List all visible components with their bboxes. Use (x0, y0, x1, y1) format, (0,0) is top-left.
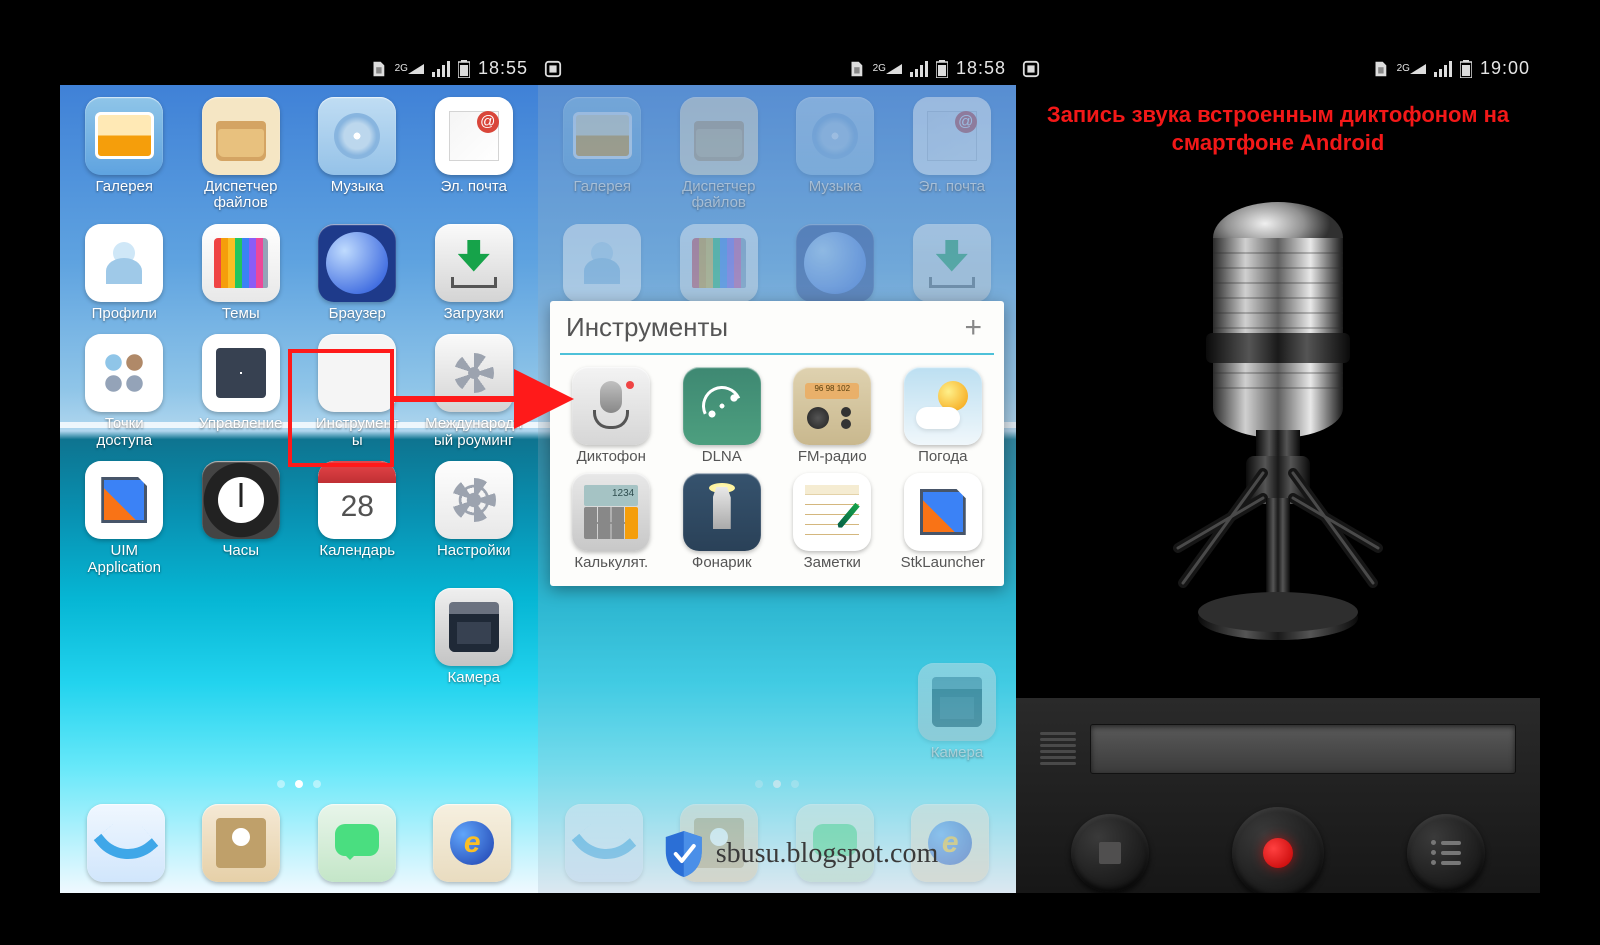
battery-icon (1460, 60, 1472, 78)
phone-screen-3: 2G 19:00 Запись звука встроенным диктофо… (1016, 53, 1540, 893)
roaming-icon (435, 334, 513, 412)
network-icon: 2G (1397, 64, 1426, 74)
phone-screen-1: 2G 18:55 Галерея Диспетчер файлов Музыка… (60, 53, 538, 893)
app-fm-radio[interactable]: 96 98 102FM-радио (781, 367, 884, 466)
notes-icon (793, 473, 871, 551)
folder-title-input[interactable]: Инструменты (566, 312, 958, 343)
app-browser[interactable]: Браузер (303, 224, 412, 323)
radio-icon: 96 98 102 (793, 367, 871, 445)
status-bar: 2G 18:58 (538, 53, 1016, 85)
gallery-icon (85, 97, 163, 175)
sim-icon (847, 60, 865, 78)
battery-icon (936, 60, 948, 78)
microphone-icon (572, 367, 650, 445)
files-icon (202, 97, 280, 175)
themes-icon (202, 224, 280, 302)
highlight-tools-folder (288, 349, 394, 467)
dock-phone[interactable] (87, 804, 165, 882)
sim-icon (369, 60, 387, 78)
flashlight-icon (683, 473, 761, 551)
access-points-icon (85, 334, 163, 412)
status-time: 18:55 (478, 58, 528, 79)
app-notes[interactable]: Заметки (781, 473, 884, 572)
app-stk-launcher[interactable]: StkLauncher (892, 473, 995, 572)
app-profiles[interactable]: Профили (70, 224, 179, 323)
microphone-illustration (1016, 158, 1540, 698)
app-music[interactable]: Музыка (303, 97, 412, 212)
app-gallery[interactable]: Галерея (70, 97, 179, 212)
status-time: 19:00 (1480, 58, 1530, 79)
battery-icon (458, 60, 470, 78)
profiles-icon (85, 224, 163, 302)
dock-messages[interactable] (318, 804, 396, 882)
app-email[interactable]: Эл. почта (420, 97, 529, 212)
speaker-grill-icon (1040, 732, 1076, 765)
music-icon (318, 97, 396, 175)
signal-icon (432, 61, 450, 77)
recordings-list-button[interactable] (1407, 814, 1485, 892)
globe-icon (318, 224, 396, 302)
app-roaming[interactable]: Международн ый роуминг (420, 334, 529, 449)
recorder-lcd-display (1090, 724, 1516, 774)
network-icon: 2G (395, 64, 424, 74)
sim-app-icon (85, 461, 163, 539)
app-themes[interactable]: Темы (187, 224, 296, 323)
watermark-text: sbusu.blogspot.com (716, 838, 938, 870)
status-bar: 2G 18:55 (60, 53, 538, 85)
sim-app-icon (904, 473, 982, 551)
phone-screen-2: 2G 18:58 Галерея Диспетчер файлов Музыка… (538, 53, 1016, 893)
app-calculator[interactable]: Калькулят. (560, 473, 663, 572)
app-camera[interactable]: Камера (420, 588, 529, 687)
weather-icon (904, 367, 982, 445)
dock-contacts[interactable] (202, 804, 280, 882)
app-access-points[interactable]: Точки доступа (70, 334, 179, 449)
record-icon (1263, 838, 1293, 868)
app-management[interactable]: Управление (187, 334, 296, 449)
page-indicator (60, 780, 538, 788)
sim-icon (1371, 60, 1389, 78)
watermark: sbusu.blogspot.com (662, 829, 938, 879)
folder-status-icon (1022, 60, 1040, 78)
recorder-control-panel (1016, 698, 1540, 893)
app-recorder[interactable]: Диктофон (560, 367, 663, 466)
download-icon (435, 224, 513, 302)
signal-icon (910, 61, 928, 77)
app-flashlight[interactable]: Фонарик (671, 473, 774, 572)
folder-popup: Инструменты + Диктофон DLNA 96 98 102FM-… (550, 301, 1004, 586)
list-icon (1431, 840, 1461, 865)
annotation-title: Запись звука встроенным диктофоном на см… (1016, 85, 1540, 158)
app-calendar[interactable]: 28Календарь (303, 461, 412, 576)
mail-icon (435, 97, 513, 175)
app-clock[interactable]: Часы (187, 461, 296, 576)
dock (60, 793, 538, 893)
shield-icon (662, 829, 706, 879)
app-uim[interactable]: UIM Application (70, 461, 179, 576)
network-icon: 2G (873, 64, 902, 74)
stop-icon (1099, 842, 1121, 864)
gear-icon (435, 461, 513, 539)
dock-browser[interactable] (433, 804, 511, 882)
clock-icon (202, 461, 280, 539)
folder-add-button[interactable]: + (958, 311, 988, 345)
camera-icon (435, 588, 513, 666)
calendar-icon: 28 (318, 461, 396, 539)
app-dlna[interactable]: DLNA (671, 367, 774, 466)
status-time: 18:58 (956, 58, 1006, 79)
dlna-icon (683, 367, 761, 445)
record-button[interactable] (1232, 807, 1324, 893)
management-icon (202, 334, 280, 412)
calculator-icon (572, 473, 650, 551)
app-downloads[interactable]: Загрузки (420, 224, 529, 323)
signal-icon (1434, 61, 1452, 77)
app-weather[interactable]: Погода (892, 367, 995, 466)
status-bar: 2G 19:00 (1016, 53, 1540, 85)
app-settings[interactable]: Настройки (420, 461, 529, 576)
stop-button[interactable] (1071, 814, 1149, 892)
folder-status-icon (544, 60, 562, 78)
app-file-manager[interactable]: Диспетчер файлов (187, 97, 296, 212)
